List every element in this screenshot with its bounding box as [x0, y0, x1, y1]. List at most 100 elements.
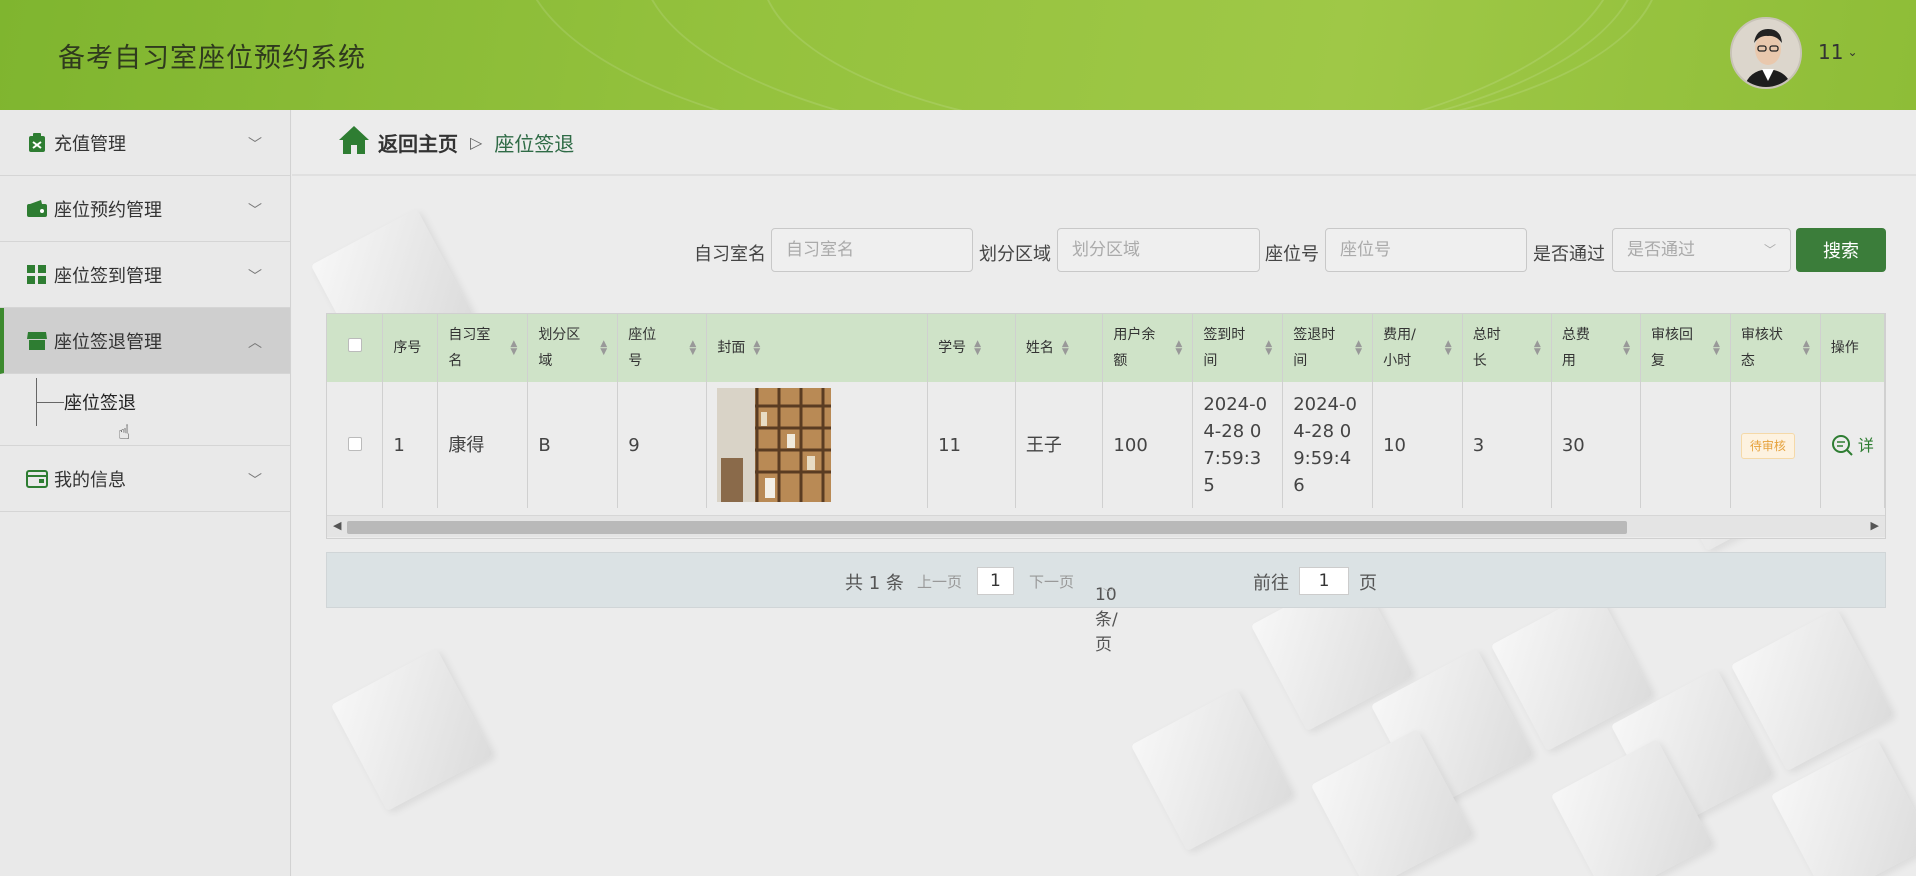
header-duration[interactable]: 总时长 ▲ ▼ — [1462, 314, 1552, 382]
table-row[interactable]: 1 康得 B 9 11 王子 100 2024-04-28 07:59:35 2… — [327, 382, 1885, 508]
sidebar-item-seat-booking[interactable]: 座位预约管理 ﹀ — [0, 176, 290, 242]
avatar[interactable] — [1730, 17, 1802, 89]
cell-fee: 10 — [1372, 382, 1463, 508]
chevron-down-icon: ﹀ — [1763, 243, 1776, 257]
header-seat[interactable]: 座位号 ▲ ▼ — [617, 314, 708, 382]
area-placeholder: 划分区域 — [1072, 240, 1140, 260]
sidebar-item-seat-checkout[interactable]: 座位签退管理 ︿ — [0, 308, 290, 374]
sort-icon: ▲ ▼ — [600, 339, 608, 357]
scrollbar-thumb[interactable] — [347, 521, 1627, 534]
submenu-seat-checkout: 座位签退 — [0, 374, 290, 446]
sort-icon: ▲ ▼ — [1265, 339, 1273, 357]
cell-duration: 3 — [1462, 382, 1552, 508]
checkbox[interactable] — [347, 436, 362, 451]
header-total[interactable]: 总费用 ▲ ▼ — [1551, 314, 1641, 382]
user-name: 11 — [1818, 40, 1844, 64]
sidebar-item-label: 我的信息 — [54, 469, 126, 491]
sort-icon: ▲ ▼ — [1355, 339, 1363, 357]
search-button[interactable]: 搜索 — [1796, 228, 1886, 272]
pass-label: 是否通过 — [1533, 244, 1605, 265]
chevron-down-icon: ﹀ — [248, 203, 262, 219]
goto-label: 前往 — [1253, 573, 1289, 594]
header: 备考自习室座位预约系统 11 ⌄ — [0, 0, 1916, 110]
horizontal-scrollbar[interactable]: ◀ ▶ — [327, 515, 1885, 537]
area-label: 划分区域 — [979, 244, 1051, 265]
cell-cover — [706, 382, 929, 508]
tree-line — [36, 402, 64, 403]
area-input[interactable]: 划分区域 — [1057, 228, 1260, 272]
header-fee[interactable]: 费用/小时 ▲ ▼ — [1372, 314, 1463, 382]
sidebar: 充值管理 ﹀ 座位预约管理 ﹀ 座位签到管理 ﹀ 座位签退管理 ︿ 座位签退 我… — [0, 110, 291, 876]
breadcrumb-current: 座位签退 — [494, 131, 575, 156]
header-student-id[interactable]: 学号 ▲ ▼ — [927, 314, 1016, 382]
header-name[interactable]: 姓名 ▲ ▼ — [1015, 314, 1104, 382]
cover-image[interactable] — [717, 388, 832, 502]
row-select[interactable] — [327, 382, 384, 508]
header-balance[interactable]: 用户余额 ▲ ▼ — [1102, 314, 1194, 382]
sort-icon: ▲ ▼ — [1712, 339, 1720, 357]
sort-icon: ▲ ▼ — [1533, 339, 1541, 357]
id-card-icon — [26, 468, 48, 490]
detail-button[interactable]: 详 — [1831, 434, 1874, 456]
room-label: 自习室名 — [694, 244, 766, 265]
home-icon[interactable] — [338, 125, 370, 160]
breadcrumb: 返回主页 ▷ 座位签退 — [292, 110, 1916, 176]
prev-page-button[interactable]: 上一页 — [917, 571, 962, 592]
current-page[interactable]: 1 — [977, 567, 1014, 595]
checkbox[interactable] — [347, 338, 362, 352]
sidebar-item-recharge[interactable]: 充值管理 ﹀ — [0, 110, 290, 176]
avatar-image — [1732, 19, 1800, 87]
next-page-button[interactable]: 下一页 — [1029, 571, 1074, 592]
pagination: 共 1 条 上一页 1 下一页 10条/页 ﹀ 前往 1 页 — [326, 552, 1886, 655]
room-placeholder: 自习室名 — [786, 240, 854, 260]
header-status[interactable]: 审核状态 ▲ ▼ — [1730, 314, 1821, 382]
status-badge: 待审核 — [1740, 433, 1795, 459]
sort-icon: ▲ ▼ — [1444, 339, 1452, 357]
sort-icon: ▲ ▼ — [753, 339, 761, 357]
seat-label: 座位号 — [1265, 244, 1319, 265]
scroll-left-icon[interactable]: ◀ — [333, 519, 341, 532]
sidebar-item-label: 座位预约管理 — [54, 199, 162, 221]
breadcrumb-separator: ▷ — [470, 132, 483, 152]
seat-input[interactable]: 座位号 — [1325, 228, 1527, 272]
room-input[interactable]: 自习室名 — [771, 228, 973, 272]
cell-status: 待审核 — [1730, 382, 1821, 508]
chevron-down-icon: ﹀ — [248, 269, 262, 285]
sort-icon: ▲ ▼ — [1623, 339, 1630, 357]
cell-seat: 9 — [617, 382, 708, 508]
cell-index: 1 — [382, 382, 439, 508]
hand-cursor-icon: ☝ — [118, 420, 131, 444]
sidebar-item-seat-checkin[interactable]: 座位签到管理 ﹀ — [0, 242, 290, 308]
header-checkout[interactable]: 签退时间 ▲ ▼ — [1282, 314, 1374, 382]
user-menu[interactable]: 11 ⌄ — [1818, 40, 1858, 64]
header-checkin[interactable]: 签到时间 ▲ ▼ — [1192, 314, 1284, 382]
goto-page-input[interactable]: 1 — [1299, 567, 1349, 595]
sidebar-item-my-info[interactable]: 我的信息 ﹀ — [0, 446, 290, 512]
cell-checkin: 2024-04-28 07:59:35 — [1192, 382, 1284, 508]
page-unit-label: 页 — [1359, 573, 1377, 594]
header-room[interactable]: 自习室名 ▲ ▼ — [437, 314, 529, 382]
cell-action: 详 — [1820, 382, 1885, 508]
sidebar-item-label: 充值管理 — [54, 133, 126, 155]
header-area[interactable]: 划分区域 ▲ ▼ — [527, 314, 619, 382]
submenu-item-seat-checkout[interactable]: 座位签退 — [64, 389, 136, 415]
cell-balance: 100 — [1102, 382, 1194, 508]
sidebar-item-label: 座位签退管理 — [54, 331, 162, 353]
pass-select[interactable]: 是否通过 ﹀ — [1612, 228, 1791, 272]
header-reply[interactable]: 审核回复 ▲ ▼ — [1640, 314, 1731, 382]
header-action: 操作 — [1820, 314, 1885, 382]
header-cover[interactable]: 封面 ▲ ▼ — [706, 314, 929, 382]
header-select-all[interactable] — [327, 314, 384, 382]
sort-icon: ▲ ▼ — [1061, 339, 1069, 357]
cell-name: 王子 — [1015, 382, 1104, 508]
sort-icon: ▲ ▼ — [1175, 339, 1183, 357]
data-table: 序号 自习室名 ▲ ▼ 划分区域 ▲ ▼ 座位号 ▲ ▼ 封面 ▲ ▼ 学号 ▲ ▼ 姓名 ▲ ▼ 用户… — [326, 313, 1886, 539]
scroll-right-icon[interactable]: ▶ — [1871, 519, 1879, 532]
background-tile — [1130, 688, 1294, 852]
cell-reply — [1640, 382, 1731, 508]
search-bar: 自习室名 自习室名 划分区域 划分区域 座位号 座位号 是否通过 是否通过 ﹀ … — [292, 228, 1916, 274]
sort-icon: ▲ ▼ — [974, 339, 981, 357]
pager-total: 共 1 条 — [845, 573, 904, 594]
breadcrumb-home[interactable]: 返回主页 — [378, 128, 458, 157]
sort-icon: ▲ ▼ — [1802, 339, 1810, 357]
